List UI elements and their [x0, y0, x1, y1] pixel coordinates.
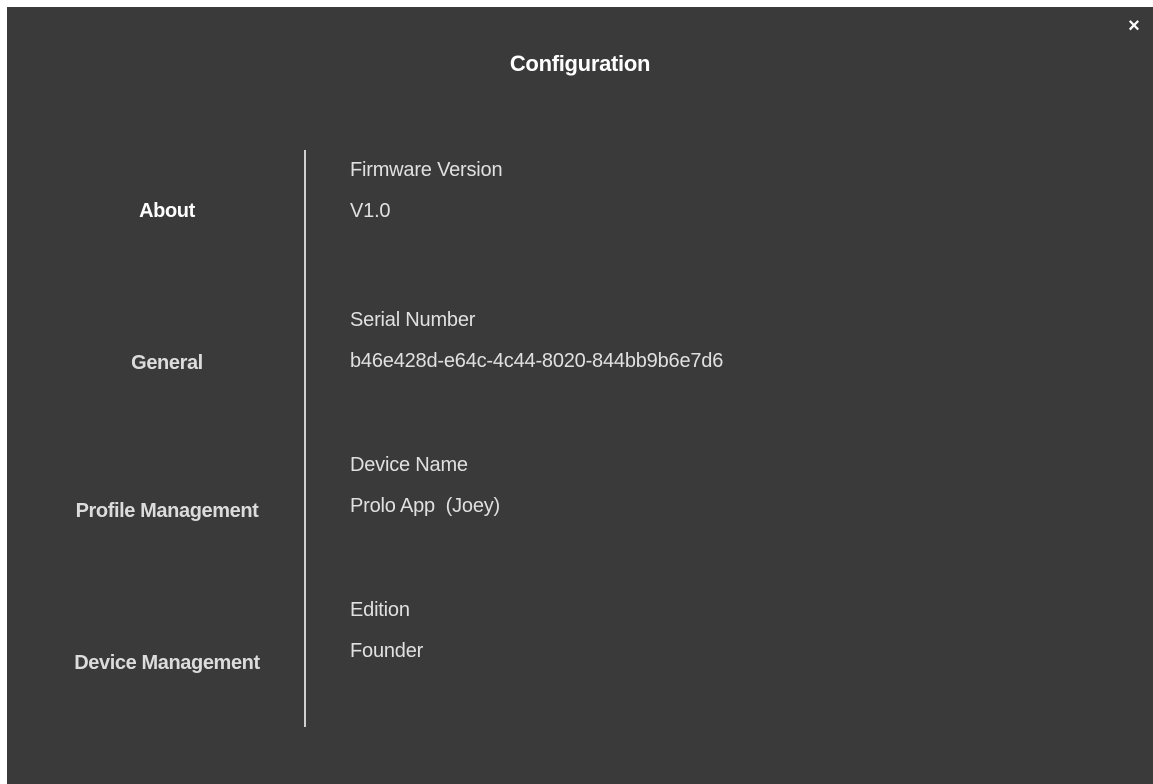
field-edition: Edition Founder	[350, 599, 423, 663]
sidebar-item-profile-management[interactable]: Profile Management	[7, 500, 327, 523]
sidebar-item-device-management[interactable]: Device Management	[7, 652, 327, 675]
field-label: Edition	[350, 599, 410, 621]
field-value: Founder	[350, 640, 424, 662]
field-value: Prolo App (Joey)	[350, 495, 501, 517]
field-value: V1.0	[350, 200, 391, 222]
sidebar-item-about[interactable]: About	[7, 200, 327, 223]
field-firmware-version: Firmware Version V1.0	[350, 159, 503, 223]
field-label: Device Name	[350, 454, 468, 476]
field-serial-number: Serial Number b46e428d-e64c-4c44-8020-84…	[350, 309, 723, 373]
field-label: Serial Number	[350, 309, 476, 331]
configuration-dialog: × Configuration About General Profile Ma…	[7, 7, 1153, 784]
field-value: b46e428d-e64c-4c44-8020-844bb9b6e7d6	[350, 350, 724, 372]
sidebar-divider	[304, 150, 306, 727]
close-icon[interactable]: ×	[1125, 16, 1143, 36]
sidebar-item-general[interactable]: General	[7, 352, 327, 375]
field-device-name: Device Name Prolo App (Joey)	[350, 454, 500, 518]
field-label: Firmware Version	[350, 159, 503, 181]
sidebar-nav: About General Profile Management Device …	[7, 7, 303, 784]
